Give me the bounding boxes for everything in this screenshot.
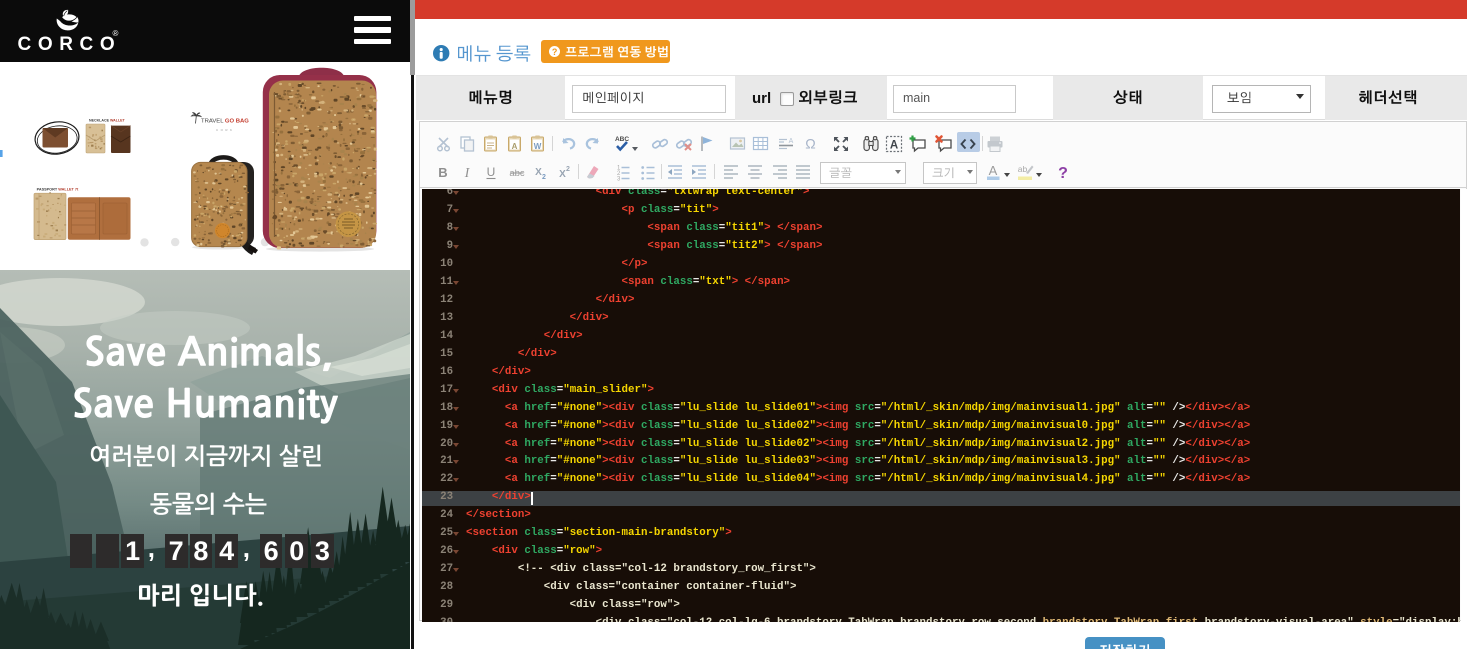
svg-text:ABC: ABC [615, 136, 629, 143]
svg-text:PASSPORT WALLET 7t: PASSPORT WALLET 7t [37, 188, 79, 192]
svg-text:?: ? [1058, 165, 1068, 182]
svg-text:3: 3 [617, 177, 621, 183]
svg-text:W: W [533, 142, 541, 151]
svg-text:B: B [438, 165, 447, 180]
svg-text:A: A [989, 163, 998, 178]
svg-text:A: A [511, 142, 517, 151]
svg-text:2: 2 [566, 166, 570, 173]
svg-text:ab: ab [1017, 164, 1027, 174]
svg-text:U: U [487, 165, 496, 179]
svg-text:2: 2 [542, 174, 546, 181]
svg-text:I: I [464, 165, 471, 180]
svg-text:TRAVEL GO BAG: TRAVEL GO BAG [201, 119, 249, 125]
svg-text:C O R K: C O R K [216, 128, 233, 132]
svg-text:NECKLACE WALLET: NECKLACE WALLET [89, 119, 126, 123]
svg-text:A: A [789, 138, 794, 145]
svg-text:A: A [889, 139, 897, 151]
svg-text:Ω: Ω [805, 135, 815, 151]
